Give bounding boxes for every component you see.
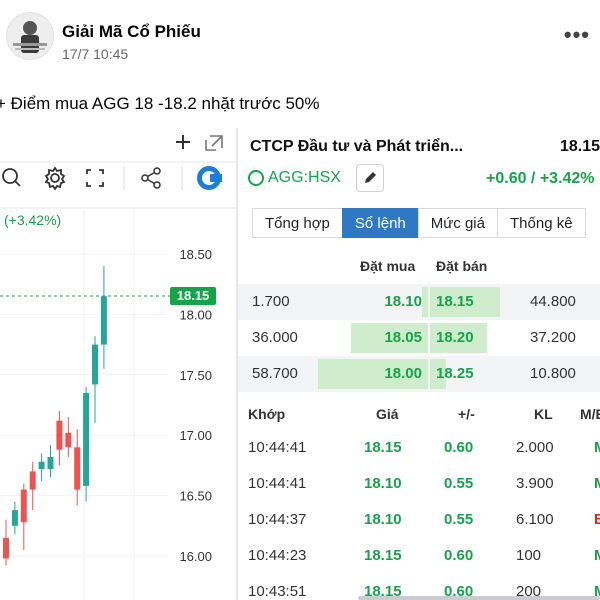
board-tabs: Tổng hợp Sổ lệnh Mức giá Thống kê: [252, 208, 586, 238]
trade-volume: 6.100: [516, 511, 554, 528]
company-name: CTCP Đầu tư và Phát triển...: [250, 138, 464, 155]
sell-volume: 44.800: [530, 293, 576, 310]
trade-side: M: [594, 475, 600, 492]
trades-volume-header: KL: [534, 406, 553, 422]
y-axis-tick-label: 16.00: [179, 549, 212, 564]
tab-so-lenh[interactable]: Sổ lệnh: [341, 208, 418, 238]
candle-body[interactable]: [3, 537, 9, 559]
share-icon[interactable]: [141, 167, 161, 189]
orderbook-row[interactable]: 36.000 18.05 18.20 37.200: [238, 320, 600, 356]
trades-time-header: Khớp: [248, 406, 286, 422]
candle-body[interactable]: [56, 420, 63, 450]
trade-volume: 100: [516, 547, 542, 564]
trades-price-header: Giá: [376, 406, 399, 422]
tab-thong-ke[interactable]: Thống kê: [497, 208, 586, 238]
zoom-icon[interactable]: [2, 168, 21, 187]
pencil-icon: [365, 172, 376, 183]
gear-icon[interactable]: [44, 166, 66, 191]
trade-price: 18.15: [364, 547, 402, 564]
trade-time: 10:44:41: [248, 475, 307, 492]
price-change: +0.60 / +3.42%: [486, 170, 595, 187]
sell-price: 18.15: [436, 293, 474, 310]
trade-time: 10:44:37: [248, 511, 307, 528]
candle-body[interactable]: [47, 456, 54, 470]
buy-price: 18.10: [384, 293, 422, 310]
stock-board-panel: CTCP Đầu tư và Phát triển... 18.15 AGG:H…: [238, 128, 600, 600]
sell-header: Đặt bán: [436, 258, 488, 274]
stock-price: 18.15: [560, 138, 600, 155]
post-author-name[interactable]: Giải Mã Cổ Phiếu: [62, 22, 201, 42]
candle-body[interactable]: [29, 471, 36, 490]
orderbook-row[interactable]: 1.700 18.10 18.15 44.800: [238, 284, 600, 320]
trade-volume: 3.900: [516, 475, 554, 492]
orderbook-row[interactable]: 58.700 18.00 18.25 10.800: [238, 356, 600, 392]
buy-price: 18.00: [384, 365, 422, 382]
candle-body[interactable]: [100, 296, 107, 345]
y-axis-tick-label: 18.50: [179, 247, 212, 262]
plus-icon[interactable]: [176, 135, 190, 149]
tab-muc-gia[interactable]: Mức giá: [417, 208, 497, 238]
sell-volume: 37.200: [530, 329, 576, 346]
trade-time: 10:43:51: [248, 583, 307, 600]
chart-change-label: (+3.42%): [4, 212, 61, 228]
sell-volume: 10.800: [530, 365, 576, 382]
y-axis-tick-label: 18.00: [179, 307, 212, 322]
candle-body[interactable]: [74, 447, 81, 490]
buy-price: 18.05: [384, 329, 422, 346]
horizontal-scrollbar[interactable]: [358, 596, 600, 600]
buy-volume: 58.700: [252, 365, 298, 382]
y-axis-tick-label: 17.00: [179, 428, 212, 443]
trade-price: 18.10: [364, 475, 402, 492]
y-axis-tick-label: 17.50: [179, 368, 212, 383]
sell-price: 18.20: [436, 329, 474, 346]
expand-icon[interactable]: [205, 135, 223, 151]
trade-time: 10:44:41: [248, 439, 307, 456]
candle-body[interactable]: [38, 461, 45, 470]
y-axis-tick-label: 16.50: [179, 489, 212, 504]
author-avatar[interactable]: [6, 12, 54, 60]
trade-row[interactable]: 10:44:37 18.10 0.55 6.100 B: [238, 502, 600, 538]
buy-volume: 1.700: [252, 293, 290, 310]
trade-price: 18.10: [364, 511, 402, 528]
candle-body[interactable]: [11, 510, 18, 526]
trade-side: M: [594, 439, 600, 456]
edit-button[interactable]: [356, 164, 384, 192]
post-image[interactable]: 18.50 18.00 17.50 17.00 16.50 16.00 18.15 (+3…: [0, 128, 600, 600]
buy-volume: 36.000: [252, 329, 298, 346]
brand-logo-icon[interactable]: [197, 166, 222, 190]
trade-side: B: [594, 511, 600, 528]
candle-body[interactable]: [92, 344, 98, 385]
candle-body[interactable]: [20, 489, 27, 523]
trades-side-header: M/B: [580, 406, 600, 422]
candlestick-chart[interactable]: 18.50 18.00 17.50 17.00 16.50 16.00 18.15 (+3…: [0, 128, 236, 600]
post-caption: + Điểm mua AGG 18 -18.2 nhặt trước 50%: [0, 94, 320, 113]
post-timestamp[interactable]: 17/7 10:45: [62, 46, 128, 62]
clock-icon: [248, 170, 264, 186]
current-price-label: 18.15: [177, 288, 210, 303]
trade-time: 10:44:23: [248, 547, 307, 564]
buy-header: Đặt mua: [360, 258, 416, 274]
sell-price: 18.25: [436, 365, 474, 382]
ticker-symbol: AGG:HSX: [268, 169, 341, 186]
trade-row[interactable]: 10:44:23 18.15 0.60 100 M: [238, 538, 600, 574]
trade-volume: 2.000: [516, 439, 554, 456]
trade-change: 0.55: [444, 511, 474, 528]
trade-row[interactable]: 10:44:41 18.10 0.55 3.900 M: [238, 466, 600, 502]
trade-change: 0.55: [444, 475, 474, 492]
trade-row[interactable]: 10:44:41 18.15 0.60 2.000 M: [238, 430, 600, 466]
trade-side: M: [594, 547, 600, 564]
trades-change-header: +/-: [458, 406, 475, 422]
candle-body[interactable]: [83, 392, 90, 486]
trade-change: 0.60: [444, 439, 474, 456]
trade-change: 0.60: [444, 547, 474, 564]
candle-body[interactable]: [65, 432, 72, 448]
fullscreen-icon[interactable]: [86, 169, 104, 187]
buy-volume-bar: [422, 287, 428, 317]
tab-tong-hop[interactable]: Tổng hợp: [252, 208, 342, 238]
trade-price: 18.15: [364, 439, 402, 456]
chart-panel: 18.50 18.00 17.50 17.00 16.50 16.00 18.15 (+3…: [0, 128, 236, 600]
more-options-icon[interactable]: •••: [564, 22, 590, 48]
